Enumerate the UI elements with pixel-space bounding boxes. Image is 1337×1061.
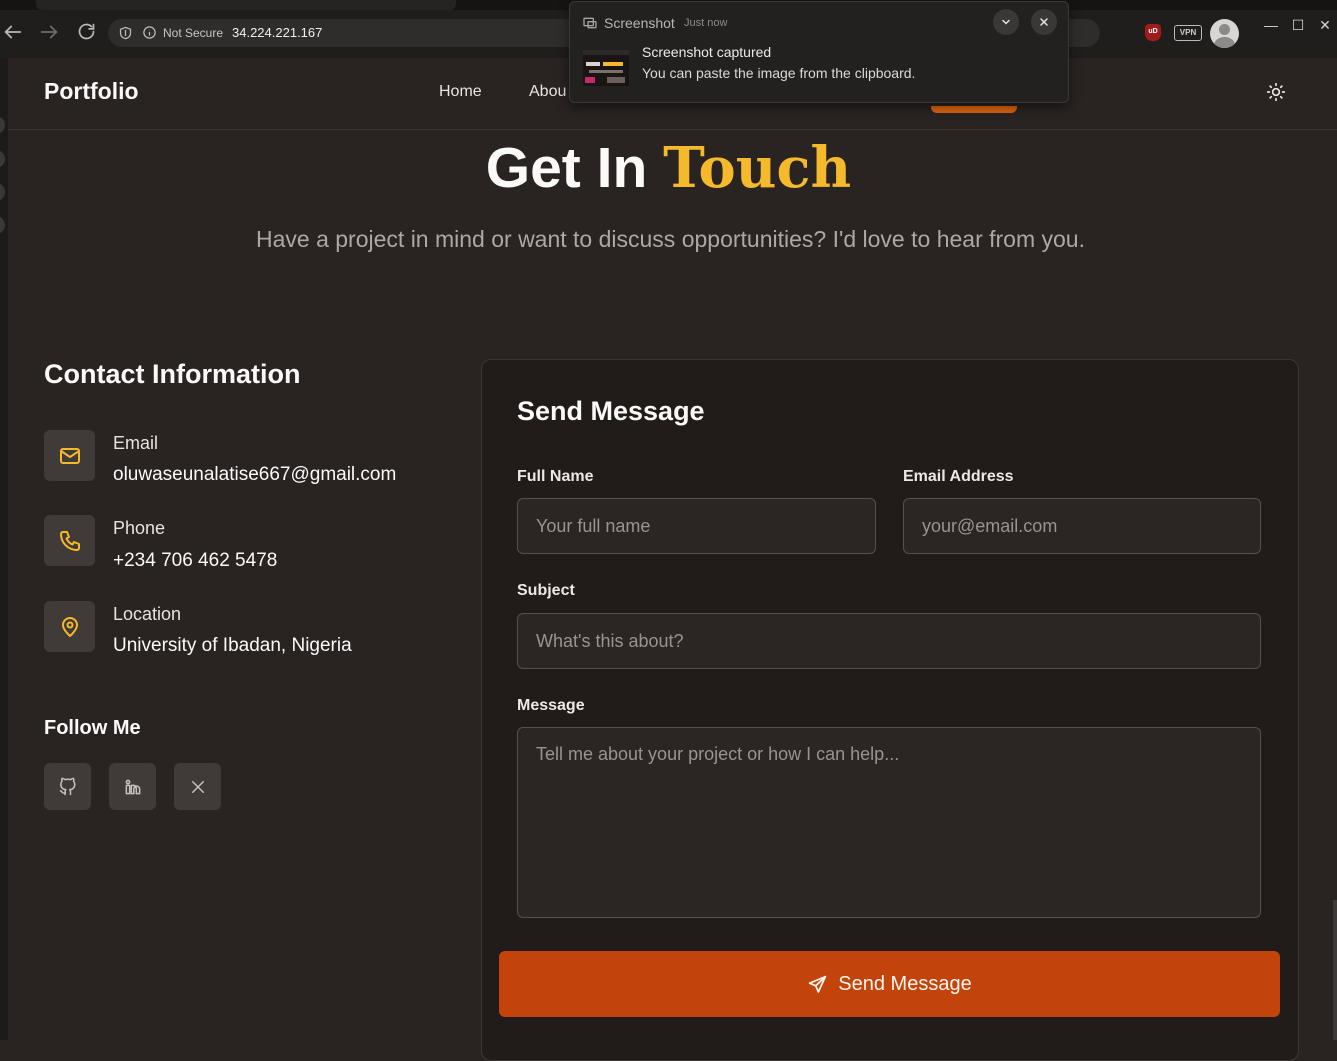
page-scrollbar[interactable] [1333,900,1337,1040]
phone-label: Phone [113,518,166,538]
form-title: Send Message [517,396,705,426]
send-message-button[interactable]: Send Message [499,951,1280,1017]
screenshot-thumbnail[interactable] [583,50,629,86]
close-window-button[interactable]: ✕ [1310,12,1337,38]
linkedin-icon[interactable] [109,763,156,810]
location-value: University of Ibadan, Nigeria [113,635,352,656]
phone-value[interactable]: +234 706 462 5478 [113,550,277,572]
email-value[interactable]: oluwaseunalatise667@gmail.com [113,464,396,486]
email-label: Email [113,433,159,453]
phone-icon [44,515,95,566]
site-info-icon[interactable] [142,25,157,40]
subject-input[interactable] [517,613,1261,669]
notification-title: Screenshot captured [642,44,772,60]
url-text[interactable]: 34.224.221.167 [232,25,322,40]
contact-info-heading: Contact Information [44,359,301,389]
notification-app-name: Screenshot [604,15,675,31]
maximize-button[interactable]: ☐ [1283,12,1313,38]
subject-label: Subject [517,582,575,599]
profile-avatar[interactable] [1210,19,1239,48]
mail-icon [44,430,95,481]
sidebar-strip [0,58,8,1040]
back-icon[interactable] [2,21,26,45]
title-accent: Touch [663,135,852,201]
sidebar-handle[interactable] [0,116,5,134]
vpn-badge[interactable]: VPN [1174,25,1202,41]
theme-toggle-sun-icon[interactable] [1266,82,1286,102]
page-subtitle: Have a project in mind or want to discus… [256,226,1085,252]
notification-body: You can paste the image from the clipboa… [642,65,916,81]
minimize-button[interactable]: — [1256,12,1286,38]
brand-logo[interactable]: Portfolio [44,78,139,105]
message-textarea[interactable] [517,727,1261,918]
page-title: Get In Touch [0,135,1337,201]
security-label: Not Secure [163,26,224,40]
map-pin-icon [44,601,95,652]
screenshot-app-icon [582,15,598,31]
full-name-input[interactable] [517,498,876,554]
message-label: Message [517,697,585,714]
x-icon[interactable] [174,763,221,810]
full-name-label: Full Name [517,468,594,485]
notification-time: Just now [684,17,728,29]
nav-cta-button[interactable] [931,106,1017,113]
send-button-label: Send Message [838,972,972,995]
expand-chevron-icon[interactable] [993,9,1019,35]
shield-icon[interactable] [118,25,133,41]
close-notification-icon[interactable] [1031,9,1057,35]
ublock-extension-icon[interactable]: uD [1145,24,1161,41]
nav-home[interactable]: Home [439,83,482,101]
location-label: Location [113,604,182,624]
email-address-label: Email Address [903,468,1014,485]
nav-about[interactable]: Abou [529,83,566,101]
sidebar-handle[interactable] [0,216,5,234]
screenshot-notification: Screenshot Just now Screenshot captured … [569,1,1069,103]
reload-icon[interactable] [76,21,100,45]
title-plain: Get In [485,136,648,200]
browser-tab[interactable] [36,0,456,10]
send-icon [807,974,828,995]
github-icon[interactable] [44,763,91,810]
follow-heading: Follow Me [44,717,141,739]
email-field[interactable] [903,498,1261,554]
forward-icon[interactable] [38,21,62,45]
